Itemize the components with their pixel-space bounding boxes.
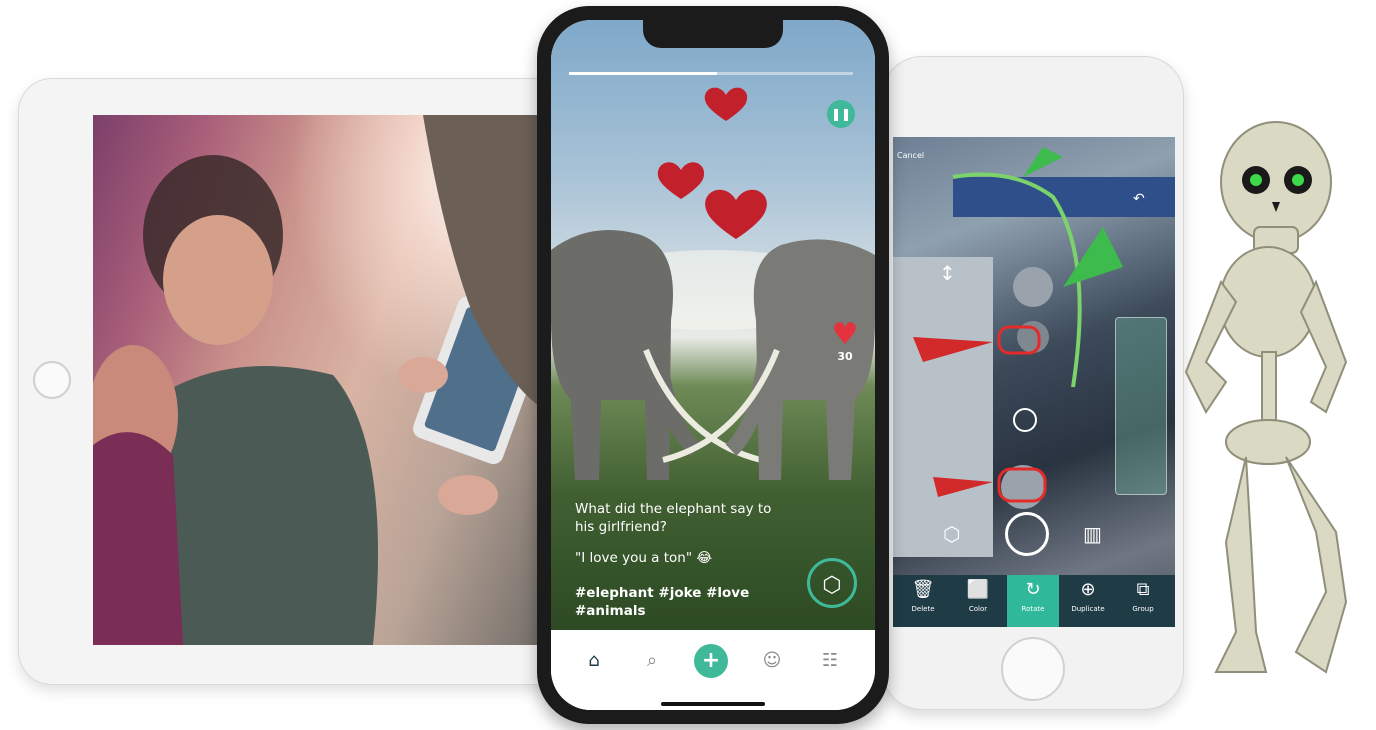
undo-icon[interactable]: ↶ [1133,191,1145,207]
ar-story-view[interactable]: ❚❚ ♥ 30 What did the elephant say to his… [551,20,875,630]
nav-search-icon[interactable]: ⌕ [635,644,669,678]
nav-community-icon[interactable]: ☷ [813,644,847,678]
view-in-ar-button[interactable]: ⬡ [807,558,857,608]
like-button[interactable]: ♥ 30 [825,317,865,364]
capture-button[interactable] [1005,512,1049,556]
color-swatch-icon: ⬜ [966,579,990,600]
phone-home-button[interactable] [1001,637,1065,701]
heart-icon: ♥ [831,317,859,352]
story-caption-answer: "I love you a ton" 😂 [575,550,713,566]
move-arrows-icon[interactable]: ↕ [939,261,956,285]
ar-objects-icon[interactable]: ⬡ [943,522,960,546]
pause-icon: ❚❚ [830,107,852,121]
ar-side-panel[interactable] [1115,317,1167,495]
machinery-ar-screen: Cancel ↶ ↕ ⬡ ▥ 🗑 Delete ⬜ Color ↻ Rotate… [893,137,1175,627]
tool-duplicate[interactable]: ⊕ Duplicate [1062,575,1114,627]
bottom-nav: ⌂ ⌕ + ☺ ☷ [551,630,875,710]
ar-shapes-icon: ⬡ [822,573,842,598]
story-progress-fill [569,72,717,75]
story-hashtags[interactable]: #elephant #joke #love #animals [575,584,775,620]
children-photo-illustration [93,115,553,645]
edit-toolbar: 🗑 Delete ⬜ Color ↻ Rotate ⊕ Duplicate ⧉ … [893,575,1175,627]
phone-notch [643,20,783,48]
skeleton-ar-model [1184,121,1348,674]
trash-icon: 🗑 [911,579,935,600]
tool-delete[interactable]: 🗑 Delete [897,575,949,627]
nav-add-icon[interactable]: + [694,644,728,678]
group-icon: ⧉ [1136,579,1150,600]
tool-color[interactable]: ⬜ Color [952,575,1004,627]
nav-profile-icon[interactable]: ☺ [755,644,789,678]
like-count: 30 [837,350,853,363]
tablet-device [18,78,580,685]
tool-group[interactable]: ⧉ Group [1117,575,1169,627]
nav-home-icon[interactable]: ⌂ [577,644,611,678]
right-phone-device: Cancel ↶ ↕ ⬡ ▥ 🗑 Delete ⬜ Color ↻ Rotate… [882,56,1184,710]
tablet-home-button[interactable] [33,361,71,399]
story-caption-question: What did the elephant say to his girlfri… [575,501,772,535]
rotate-icon: ↻ [1025,579,1041,600]
tool-rotate[interactable]: ↻ Rotate [1007,575,1059,627]
gallery-icon[interactable]: ▥ [1083,522,1102,546]
duplicate-icon: ⊕ [1080,579,1096,600]
pause-button[interactable]: ❚❚ [827,100,855,128]
phone-screen: ❚❚ ♥ 30 What did the elephant say to his… [551,20,875,710]
center-phone-device: ❚❚ ♥ 30 What did the elephant say to his… [537,6,889,724]
cancel-label[interactable]: Cancel [897,151,924,160]
home-indicator [661,702,765,706]
tablet-photo-children-using-ar [93,115,553,645]
story-progress-bar [569,72,853,75]
